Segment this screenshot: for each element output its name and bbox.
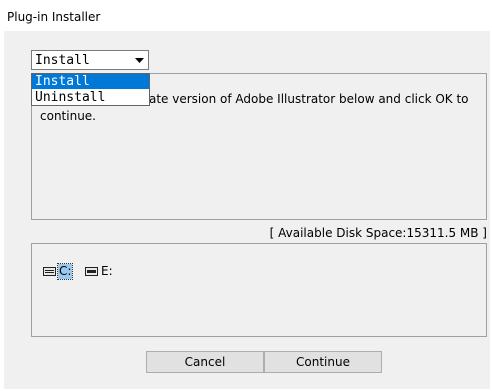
- drive-icon: [85, 266, 98, 276]
- instruction-line-2: continue.: [40, 109, 96, 123]
- chevron-down-icon: [134, 57, 144, 63]
- option-uninstall[interactable]: Uninstall: [32, 90, 149, 105]
- install-mode-options-list: Install Uninstall: [31, 73, 150, 106]
- continue-button[interactable]: Continue: [264, 351, 382, 373]
- drive-selection-panel: C: E:: [31, 243, 487, 337]
- drive-icon: [43, 266, 56, 276]
- install-mode-dropdown[interactable]: Install: [31, 50, 149, 70]
- dropdown-arrow-button[interactable]: [131, 52, 147, 68]
- cancel-button[interactable]: Cancel: [146, 351, 264, 373]
- plugin-installer-window: Plug-in Installer Install ate version of…: [0, 0, 492, 391]
- install-mode-value: Install: [35, 53, 90, 68]
- window-title: Plug-in Installer: [7, 10, 101, 24]
- option-install[interactable]: Install: [32, 74, 149, 89]
- title-bar[interactable]: Plug-in Installer: [0, 0, 492, 30]
- drive-c-label: C:: [56, 262, 74, 280]
- available-disk-space: [ Available Disk Space:15311.5 MB ]: [269, 226, 487, 240]
- drive-e-label: E:: [101, 263, 113, 278]
- drive-e[interactable]: E:: [85, 263, 114, 279]
- drive-c[interactable]: C:: [43, 262, 74, 280]
